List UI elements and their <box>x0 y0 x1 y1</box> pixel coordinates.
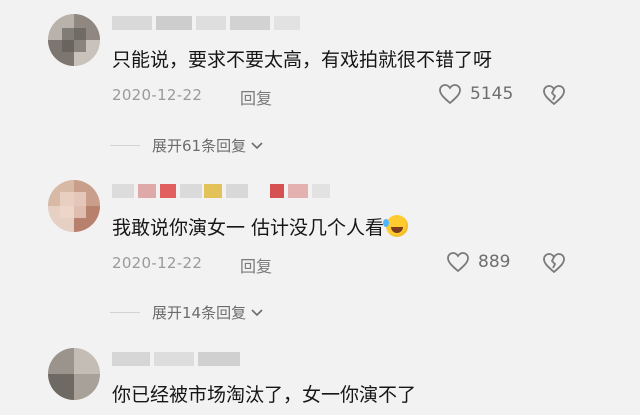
comment-text: 你已经被市场淘汰了，女一你演不了 <box>112 384 417 406</box>
chevron-down-icon <box>251 141 263 149</box>
dislike-button[interactable] <box>542 84 566 110</box>
like-count: 5145 <box>470 84 514 104</box>
dislike-button[interactable] <box>542 252 566 278</box>
heart-outline-icon <box>447 252 469 273</box>
avatar[interactable] <box>48 14 100 66</box>
reply-button[interactable]: 回复 <box>240 253 272 277</box>
comment-text: 我敢说你演女一 估计没几个人看 <box>112 215 409 241</box>
like-button[interactable]: 5145 <box>438 83 513 105</box>
username-blurred[interactable] <box>112 16 302 34</box>
expand-replies-label: 展开61条回复 <box>152 137 247 155</box>
comment-text: 只能说，要求不要太高，有戏拍就很不错了呀 <box>112 49 493 71</box>
reply-button[interactable]: 回复 <box>240 85 272 109</box>
chevron-down-icon <box>251 308 263 316</box>
expand-replies-label: 展开14条回复 <box>152 304 247 322</box>
divider-line <box>110 145 140 146</box>
expand-replies-button[interactable]: 展开14条回复 <box>110 302 264 323</box>
like-button[interactable]: 889 <box>446 251 510 273</box>
broken-heart-icon <box>543 85 565 106</box>
avatar[interactable] <box>48 348 100 400</box>
username-blurred[interactable] <box>112 184 332 202</box>
heart-outline-icon <box>439 84 461 105</box>
comment-date: 2020-12-22 <box>112 254 203 272</box>
comment-text-content: 我敢说你演女一 估计没几个人看 <box>112 217 385 239</box>
avatar[interactable] <box>48 180 100 232</box>
rolling-on-floor-laughing-emoji-icon <box>383 215 409 237</box>
broken-heart-icon <box>543 253 565 274</box>
expand-replies-button[interactable]: 展开61条回复 <box>110 135 264 156</box>
comment-date: 2020-12-22 <box>112 86 203 104</box>
divider-line <box>110 312 140 313</box>
like-count: 889 <box>478 252 511 272</box>
username-blurred[interactable] <box>112 352 242 370</box>
